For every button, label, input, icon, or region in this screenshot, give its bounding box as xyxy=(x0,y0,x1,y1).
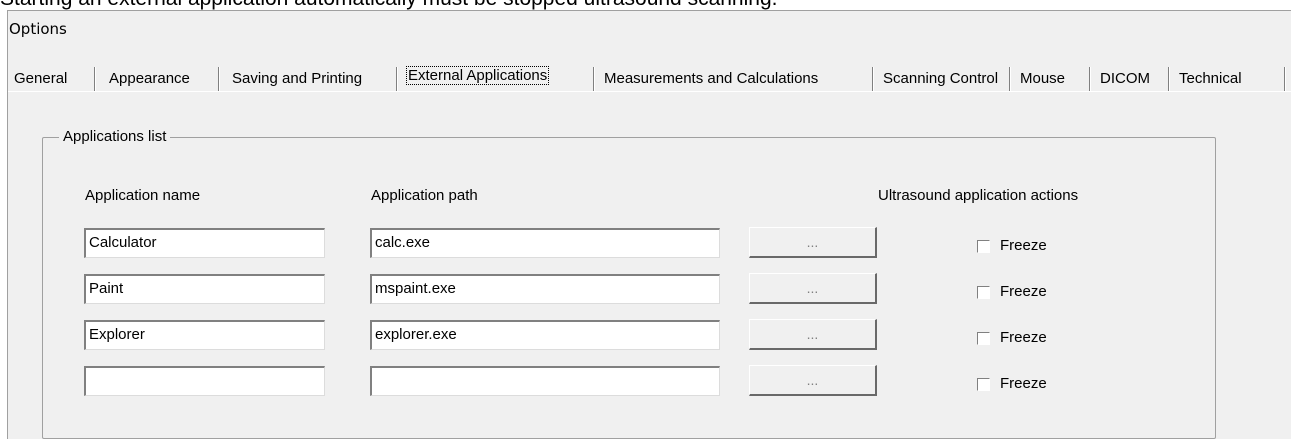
tab-label: DICOM xyxy=(1100,70,1150,87)
application-name-field[interactable]: Explorer xyxy=(84,320,325,350)
tab-label: Measurements and Calculations xyxy=(604,70,819,87)
tab-strip: General Appearance Saving and Printing E… xyxy=(8,61,1291,91)
tab-divider xyxy=(1284,67,1286,91)
tab-divider xyxy=(1089,67,1091,91)
tab-label: Scanning Control xyxy=(883,70,999,87)
freeze-label[interactable]: Freeze xyxy=(1000,329,1047,347)
tab-general[interactable]: General xyxy=(8,69,73,89)
application-path-field[interactable]: explorer.exe xyxy=(370,320,720,350)
group-title: Applications list xyxy=(59,128,171,146)
browse-button[interactable]: ... xyxy=(749,273,877,304)
tab-label: Appearance xyxy=(109,70,190,87)
freeze-checkbox[interactable] xyxy=(977,240,990,253)
tab-label: Mouse xyxy=(1020,70,1066,87)
tab-technical[interactable]: Technical xyxy=(1173,69,1248,89)
tab-external-applications[interactable]: External Applications xyxy=(401,64,555,90)
browse-button[interactable]: ... xyxy=(749,365,877,396)
tab-label: External Applications xyxy=(405,66,550,85)
tab-scanning-control[interactable]: Scanning Control xyxy=(877,69,1004,89)
freeze-label[interactable]: Freeze xyxy=(1000,237,1047,255)
application-path-field[interactable]: mspaint.exe xyxy=(370,274,720,304)
freeze-checkbox[interactable] xyxy=(977,378,990,391)
header-application-name: Application name xyxy=(85,187,201,204)
options-dialog: Options General Appearance Saving and Pr… xyxy=(7,10,1291,439)
freeze-checkbox[interactable] xyxy=(977,286,990,299)
tab-label: General xyxy=(14,70,68,87)
tab-divider xyxy=(218,67,220,91)
application-name-field[interactable]: Paint xyxy=(84,274,325,304)
application-name-field[interactable]: Calculator xyxy=(84,228,325,258)
freeze-label[interactable]: Freeze xyxy=(1000,375,1047,393)
tab-dicom[interactable]: DICOM xyxy=(1094,69,1156,89)
tab-divider xyxy=(396,67,398,91)
application-path-field[interactable]: calc.exe xyxy=(370,228,720,258)
tab-divider xyxy=(593,67,595,91)
window-title: Options xyxy=(9,20,67,38)
tab-divider xyxy=(1168,67,1170,91)
tab-label: Saving and Printing xyxy=(232,70,363,87)
freeze-checkbox[interactable] xyxy=(977,332,990,345)
instruction-banner: Starting an external application automat… xyxy=(0,0,1291,10)
header-ultrasound-actions: Ultrasound application actions xyxy=(878,187,1079,204)
tab-appearance[interactable]: Appearance xyxy=(103,69,196,89)
application-path-field[interactable] xyxy=(370,366,720,396)
browse-button[interactable]: ... xyxy=(749,319,877,350)
tab-divider xyxy=(872,67,874,91)
tab-divider xyxy=(1009,67,1011,91)
header-application-path: Application path xyxy=(371,187,478,204)
tab-saving-and-printing[interactable]: Saving and Printing xyxy=(226,69,368,89)
browse-button[interactable]: ... xyxy=(749,227,877,258)
tab-divider xyxy=(94,67,96,91)
tab-measurements-and-calculations[interactable]: Measurements and Calculations xyxy=(598,69,824,89)
application-name-field[interactable] xyxy=(84,366,325,396)
tab-label: Technical xyxy=(1179,70,1242,87)
tab-mouse[interactable]: Mouse xyxy=(1014,69,1071,89)
freeze-label[interactable]: Freeze xyxy=(1000,283,1047,301)
